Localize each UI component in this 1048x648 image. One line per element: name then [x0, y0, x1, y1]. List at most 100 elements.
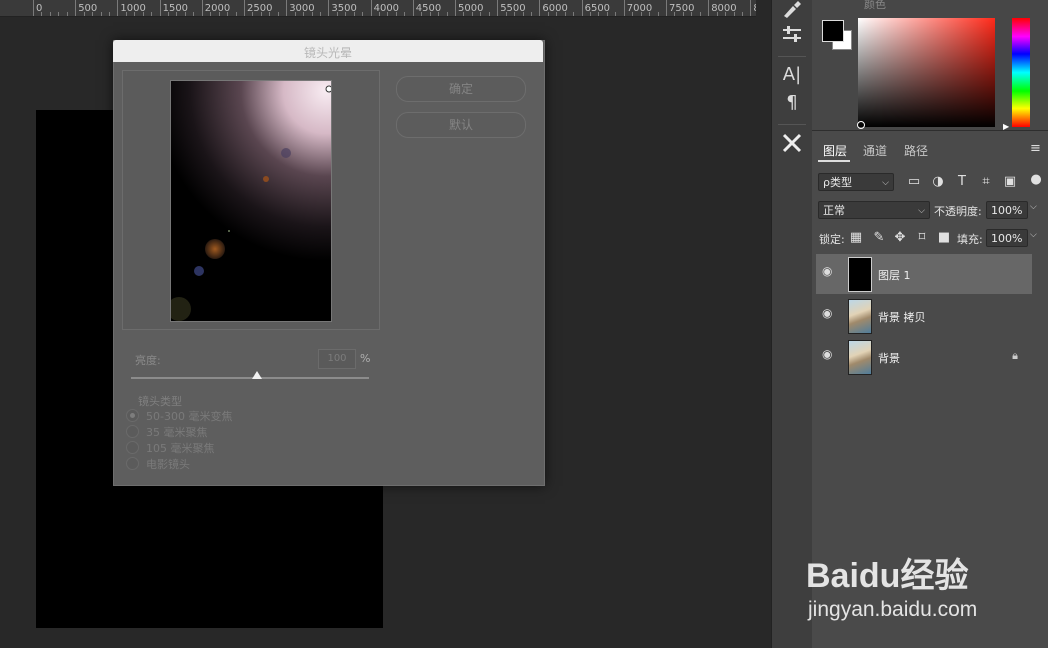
ruler-minor-tick: [345, 12, 347, 16]
lens-type-label: 镜头类型: [138, 395, 182, 408]
panel-menu-icon[interactable]: ≡: [1030, 141, 1041, 156]
radio-button[interactable]: [126, 457, 139, 470]
ruler-tick: [412, 0, 414, 16]
chevron-down-icon[interactable]: ⌵: [1030, 230, 1037, 240]
baidu-watermark-url: jingyan.baidu.com: [808, 598, 978, 621]
ruler-minor-tick: [514, 12, 516, 16]
ruler-minor-tick: [573, 12, 575, 16]
ruler-minor-tick: [640, 12, 642, 16]
layer-row[interactable]: ◉ 背景 🔒︎: [816, 337, 1032, 377]
chevron-down-icon[interactable]: ⌵: [1030, 202, 1037, 212]
tab-layers[interactable]: 图层: [823, 142, 847, 159]
layer-row[interactable]: ◉ 图层 1: [816, 254, 1032, 294]
ruler-minor-tick: [725, 12, 727, 16]
tools-icon[interactable]: [778, 132, 806, 158]
ruler-minor-tick: [193, 12, 195, 16]
lock-artboard-icon[interactable]: ⌑: [914, 230, 930, 245]
ruler-minor-tick: [66, 12, 68, 16]
radio-button[interactable]: [126, 441, 139, 454]
ruler-minor-tick: [564, 12, 566, 16]
layer-filter-label: ρ类型: [823, 176, 852, 189]
flare-preview[interactable]: [170, 80, 332, 322]
horizontal-ruler: 0 500 1000 1500 2000 2500 3000 3500 4000 4500 5000…: [0, 0, 756, 17]
brush-settings-icon[interactable]: [778, 0, 806, 26]
layer-name: 背景: [878, 352, 900, 365]
filter-type-icon[interactable]: T: [954, 174, 970, 189]
fill-label: 填充:: [957, 233, 983, 246]
layer-thumbnail: [848, 340, 872, 375]
brightness-unit: %: [360, 352, 371, 365]
visibility-eye-icon[interactable]: ◉: [822, 348, 836, 360]
adjust-sliders-icon[interactable]: [778, 24, 806, 50]
filter-toggle-icon[interactable]: ●: [1028, 172, 1044, 187]
brightness-slider-thumb[interactable]: [252, 371, 263, 379]
layer-lock-icon[interactable]: 🔒︎: [1012, 349, 1018, 363]
layer-name: 背景 拷贝: [878, 311, 926, 324]
layers-tabbar: 图层 通道 路径 ≡: [812, 136, 1048, 162]
lock-move-icon[interactable]: ✥: [892, 230, 908, 245]
ruler-minor-tick: [134, 12, 136, 16]
ruler-minor-tick: [429, 12, 431, 16]
ruler-minor-tick: [556, 12, 558, 16]
ruler-minor-tick: [379, 12, 381, 16]
filter-smart-object-icon[interactable]: ▣: [1002, 174, 1018, 189]
brightness-slider[interactable]: [131, 377, 369, 379]
ruler-minor-tick: [83, 12, 85, 16]
layer-filter-dropdown[interactable]: ρ类型 ⌵: [818, 173, 894, 191]
ruler-minor-tick: [100, 12, 102, 16]
paragraph-icon[interactable]: ¶: [778, 90, 806, 116]
dialog-titlebar[interactable]: 镜头光晕: [113, 40, 543, 62]
character-icon[interactable]: A|: [778, 62, 806, 88]
blend-mode-value: 正常: [823, 204, 845, 217]
ruler-minor-tick: [319, 12, 321, 16]
color-picker-field[interactable]: [858, 18, 995, 127]
ruler-tick: [75, 0, 77, 16]
ruler-tick: [117, 0, 119, 16]
blend-mode-dropdown[interactable]: 正常 ⌵: [818, 201, 930, 219]
ruler-minor-tick: [404, 12, 406, 16]
fill-value: 100%: [991, 232, 1023, 245]
visibility-eye-icon[interactable]: ◉: [822, 265, 836, 277]
fill-field[interactable]: 100%: [986, 229, 1028, 247]
visibility-eye-icon[interactable]: ◉: [822, 307, 836, 319]
radio-button[interactable]: [126, 409, 139, 422]
filter-adjustment-icon[interactable]: ◑: [930, 174, 946, 189]
ruler-tick: [201, 0, 203, 16]
ruler-minor-tick: [438, 12, 440, 16]
ruler-tick: [159, 0, 161, 16]
lock-transparent-icon[interactable]: ▦: [848, 230, 864, 245]
reset-button[interactable]: 默认: [396, 112, 526, 138]
foreground-color-swatch[interactable]: [822, 20, 844, 42]
picker-cursor[interactable]: [857, 121, 865, 129]
ruler-minor-tick: [235, 12, 237, 16]
layer-row[interactable]: ◉ 背景 拷贝: [816, 296, 1032, 336]
ruler-minor-tick: [395, 12, 397, 16]
ruler-tick: [244, 0, 245, 16]
ruler-minor-tick: [277, 12, 279, 16]
ruler-minor-tick: [488, 12, 490, 16]
ruler-minor-tick: [691, 12, 693, 16]
brightness-input[interactable]: 100: [318, 349, 356, 369]
ruler-minor-tick: [311, 12, 313, 16]
filter-image-icon[interactable]: ▭: [906, 174, 922, 189]
picker-arrow-icon: ▶: [1003, 122, 1010, 131]
brightness-label: 亮度:: [135, 354, 161, 367]
filter-shape-icon[interactable]: ⌗: [978, 174, 994, 189]
opacity-field[interactable]: 100%: [986, 201, 1028, 219]
ruler-minor-tick: [58, 12, 60, 16]
lock-paint-icon[interactable]: ✎: [871, 230, 887, 245]
radio-button[interactable]: [126, 425, 139, 438]
ruler-minor-tick: [649, 12, 651, 16]
tab-channels[interactable]: 通道: [863, 142, 887, 159]
ruler-minor-tick: [353, 12, 355, 16]
ruler-minor-tick: [260, 12, 262, 16]
ruler-minor-tick: [733, 12, 735, 16]
ruler-minor-tick: [41, 12, 43, 16]
ruler-minor-tick: [218, 12, 220, 16]
hue-slider[interactable]: [1012, 18, 1030, 127]
lock-all-icon[interactable]: ■: [936, 230, 952, 245]
ruler-tick: [455, 0, 456, 16]
ok-button[interactable]: 确定: [396, 76, 526, 102]
tab-paths[interactable]: 路径: [904, 142, 928, 159]
ruler-minor-tick: [632, 12, 634, 16]
